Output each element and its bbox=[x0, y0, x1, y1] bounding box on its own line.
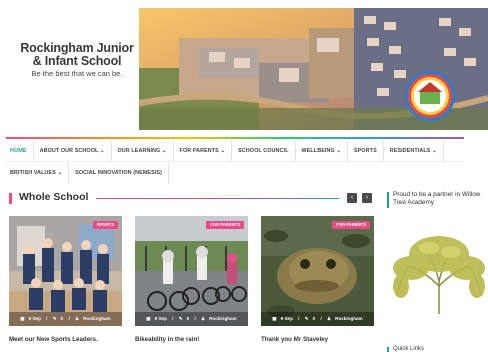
author-icon: ♟ bbox=[75, 316, 80, 321]
post-author[interactable]: Rockingham bbox=[209, 316, 237, 321]
comment-count: 0 bbox=[312, 316, 316, 321]
quick-links-accent-bar bbox=[387, 347, 389, 352]
nav-item-sports[interactable]: SPORTS bbox=[348, 140, 384, 162]
post-title[interactable]: Bikeability in the rain! bbox=[135, 336, 248, 343]
comment-icon: ✎ bbox=[304, 316, 309, 321]
post-image[interactable]: FOR PARENTS ▦ 9 Sep / ✎ 0 / ♟ Rockingham bbox=[135, 216, 248, 326]
post-meta: ▦ 9 Sep / ✎ 0 / ♟ Rockingham bbox=[135, 316, 248, 322]
comment-icon: ✎ bbox=[178, 316, 183, 321]
post-meta: ▦ 9 Sep / ✎ 0 / ♟ Rockingham bbox=[261, 316, 374, 322]
meta-separator: / bbox=[172, 316, 174, 321]
nav-item-home[interactable]: HOME bbox=[6, 140, 34, 162]
comment-icon: ✎ bbox=[52, 316, 57, 321]
post-date: 9 Sep bbox=[280, 316, 293, 321]
meta-separator: / bbox=[320, 316, 322, 321]
post-card[interactable]: FOR PARENTS ▦ 9 Sep / ✎ 0 / ♟ Rockingham Bi… bbox=[135, 216, 248, 343]
author-icon: ♟ bbox=[327, 316, 332, 321]
post-image[interactable]: SPORTS ▦ 9 Sep / ✎ 0 / ♟ Rockingham bbox=[9, 216, 122, 326]
post-meta: ▦ 9 Sep / ✎ 0 / ♟ Rockingham bbox=[9, 316, 122, 322]
nav-item-for-parents[interactable]: FOR PARENTS ⌄ bbox=[174, 140, 233, 162]
nav-item-residentials[interactable]: RESIDENTIALS ⌄ bbox=[384, 140, 444, 162]
quick-links-title: Quick Links bbox=[393, 346, 425, 352]
meta-separator: / bbox=[46, 316, 48, 321]
nav-item-our-learning[interactable]: OUR LEARNING ⌄ bbox=[112, 140, 174, 162]
nav-rainbow-border bbox=[6, 137, 464, 139]
comment-count: 0 bbox=[186, 316, 190, 321]
meta-separator: / bbox=[194, 316, 196, 321]
post-image[interactable]: FOR PARENTS ▦ 9 Sep / ✎ 0 / ♟ Rockingham bbox=[261, 216, 374, 326]
nav-item-wellbeing[interactable]: WELLBEING ⌄ bbox=[296, 140, 348, 162]
calendar-icon: ▦ bbox=[272, 316, 277, 321]
carousel-prev-button[interactable]: ‹ bbox=[347, 193, 357, 203]
nav-item-school-council[interactable]: SCHOOL COUNCIL bbox=[232, 140, 296, 162]
calendar-icon: ▦ bbox=[146, 316, 151, 321]
school-tagline: Be the best that we can be. bbox=[31, 69, 123, 78]
post-card[interactable]: FOR PARENTS ▦ 9 Sep / ✎ 0 / ♟ Rockingham Th… bbox=[261, 216, 374, 343]
school-branding[interactable]: Rockingham Junior & Infant School Be the… bbox=[12, 42, 142, 79]
sidebar-partner-title: Proud to be a partner in Willow Tree Aca… bbox=[393, 191, 481, 206]
calendar-icon: ▦ bbox=[20, 316, 25, 321]
nav-item-about-our-school[interactable]: ABOUT OUR SCHOOL ⌄ bbox=[34, 140, 112, 162]
author-icon: ♟ bbox=[201, 316, 206, 321]
post-title[interactable]: Thank you Mr Staveley bbox=[261, 336, 374, 343]
meta-separator: / bbox=[298, 316, 300, 321]
nav-item-british-values[interactable]: BRITISH VALUES ⌄ bbox=[6, 162, 70, 184]
meta-separator: / bbox=[68, 316, 70, 321]
comment-count: 0 bbox=[60, 316, 64, 321]
category-badge[interactable]: SPORTS bbox=[92, 221, 118, 229]
chevron-left-icon: ‹ bbox=[350, 194, 354, 201]
willow-tree-logo[interactable] bbox=[389, 226, 488, 316]
nav-row-primary: HOME ABOUT OUR SCHOOL ⌄ OUR LEARNING ⌄ F… bbox=[6, 140, 444, 162]
chevron-right-icon: › bbox=[365, 194, 369, 201]
category-badge[interactable]: FOR PARENTS bbox=[332, 221, 370, 229]
post-card[interactable]: SPORTS ▦ 9 Sep / ✎ 0 / ♟ Rockingham Meet ou… bbox=[9, 216, 122, 343]
main-navigation: HOME ABOUT OUR SCHOOL ⌄ OUR LEARNING ⌄ F… bbox=[6, 137, 464, 184]
post-date: 9 Sep bbox=[154, 316, 167, 321]
school-logo-badge bbox=[405, 71, 455, 121]
post-author[interactable]: Rockingham bbox=[335, 316, 363, 321]
post-title[interactable]: Meet our New Sports Leaders. bbox=[9, 336, 122, 343]
nav-row-secondary: BRITISH VALUES ⌄ SOCIAL INNOVATION (NEME… bbox=[6, 162, 169, 184]
sidebar-accent-bar bbox=[387, 192, 389, 208]
carousel-next-button[interactable]: › bbox=[362, 193, 372, 203]
nav-item-social-innovation[interactable]: SOCIAL INNOVATION (NEMESIS) bbox=[69, 162, 169, 184]
school-name-line2: & Infant School bbox=[32, 54, 122, 68]
site-header: Rockingham Junior & Infant School Be the… bbox=[0, 0, 488, 132]
post-date: 9 Sep bbox=[28, 316, 41, 321]
section-title: Whole School bbox=[19, 191, 89, 203]
post-author[interactable]: Rockingham bbox=[83, 316, 111, 321]
section-accent-bar bbox=[9, 193, 12, 204]
hero-aerial-image bbox=[139, 8, 488, 130]
section-divider-line bbox=[96, 198, 339, 199]
category-badge[interactable]: FOR PARENTS bbox=[206, 221, 244, 229]
